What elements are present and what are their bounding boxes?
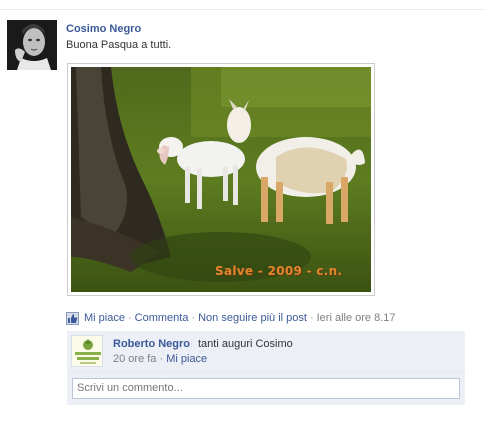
unfollow-post-link[interactable]: Non seguire più il post bbox=[198, 312, 307, 324]
comment-link[interactable]: Commenta bbox=[135, 312, 189, 324]
author-avatar[interactable] bbox=[7, 20, 57, 70]
commenter-avatar[interactable] bbox=[71, 335, 103, 367]
separator-dot: · bbox=[127, 312, 132, 324]
post-message: Buona Pasqua a tutti. bbox=[66, 39, 172, 51]
comment-text: tanti auguri Cosimo bbox=[198, 338, 293, 350]
separator-dot: · bbox=[159, 353, 164, 365]
separator-dot: · bbox=[191, 312, 196, 324]
comment-author-name[interactable]: Roberto Negro bbox=[113, 338, 190, 350]
comment-meta: 20 ore fa · Mi piace bbox=[113, 353, 207, 365]
photo-caption: Salve - 2009 - c.n. bbox=[215, 264, 343, 278]
comment-like-link[interactable]: Mi piace bbox=[166, 353, 207, 365]
separator-dot: · bbox=[309, 312, 314, 324]
like-thumb-icon bbox=[66, 311, 79, 325]
post-photo[interactable]: Salve - 2009 - c.n. bbox=[67, 63, 375, 296]
post-actions-bar: Mi piace · Commenta · Non seguire più il… bbox=[66, 310, 396, 326]
comment-item: Roberto Negro tanti auguri Cosimo 20 ore… bbox=[67, 331, 465, 373]
comments-section: Roberto Negro tanti auguri Cosimo 20 ore… bbox=[67, 331, 465, 405]
top-divider bbox=[0, 9, 485, 10]
write-comment-input[interactable]: Scrivi un commento... bbox=[72, 378, 460, 399]
like-link[interactable]: Mi piace bbox=[84, 312, 125, 324]
post-timestamp[interactable]: Ieri alle ore 8.17 bbox=[317, 312, 396, 324]
post-author-name[interactable]: Cosimo Negro bbox=[66, 23, 141, 35]
comment-time[interactable]: 20 ore fa bbox=[113, 353, 156, 365]
goats-photo: Salve - 2009 - c.n. bbox=[71, 67, 371, 292]
